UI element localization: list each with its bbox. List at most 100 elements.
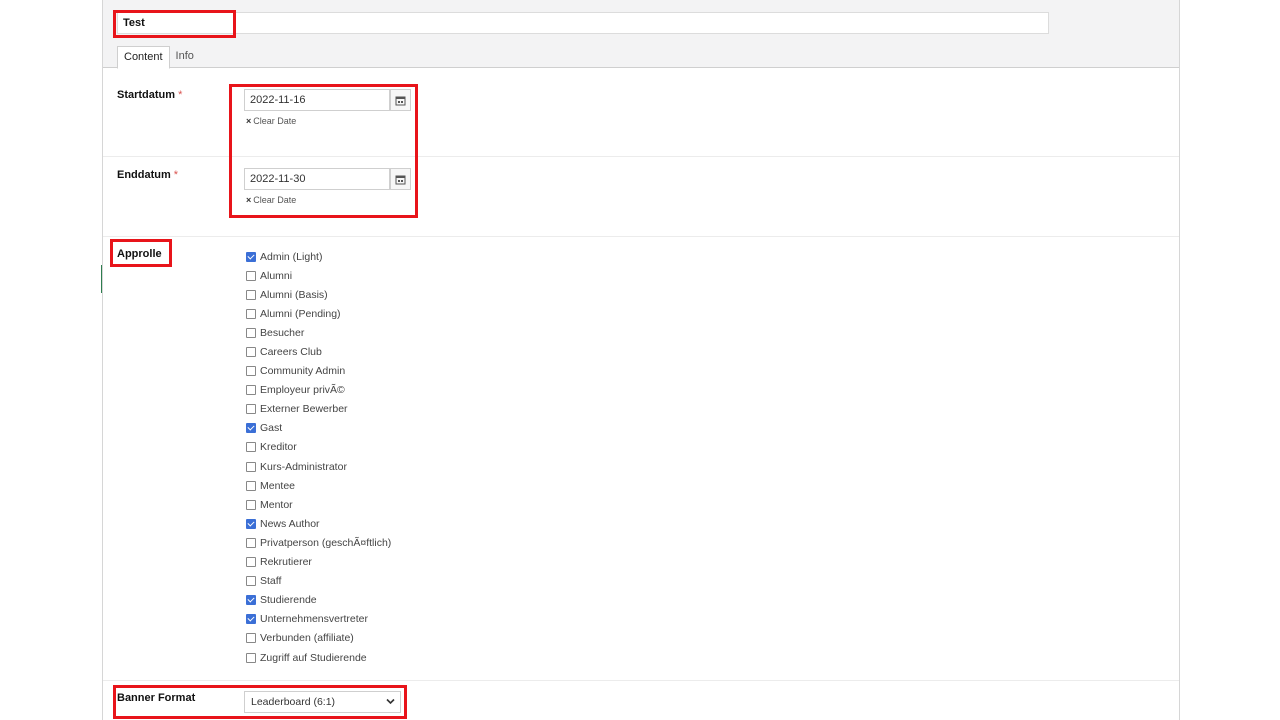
approlle-label: Approlle [117, 248, 162, 260]
approlle-option-label: Employeur privÃ© [260, 384, 345, 397]
checkbox[interactable] [246, 461, 256, 472]
approlle-option-label: Alumni [260, 269, 293, 282]
approlle-option[interactable]: Besucher [246, 323, 391, 342]
approlle-option[interactable]: Verbunden (affiliate) [246, 629, 391, 648]
divider [103, 236, 1179, 237]
checkbox[interactable] [246, 308, 256, 319]
approlle-option[interactable]: Kurs-Administrator [246, 457, 391, 476]
chevron-down-icon [386, 698, 395, 705]
end-date-calendar-button[interactable] [390, 168, 411, 190]
checkbox[interactable] [246, 385, 256, 396]
approlle-option[interactable]: Studierende [246, 591, 391, 610]
clear-icon: × [246, 116, 252, 126]
clear-icon: × [246, 195, 252, 205]
checkbox[interactable] [246, 595, 256, 606]
approlle-option-label: Verbunden (affiliate) [260, 632, 354, 645]
approlle-option-label: Kurs-Administrator [260, 460, 347, 473]
approlle-option[interactable]: Unternehmensvertreter [246, 610, 391, 629]
approlle-option[interactable]: Mentee [246, 476, 391, 495]
checkbox[interactable] [246, 251, 256, 262]
approlle-option-label: Mentor [260, 498, 293, 511]
banner-format-selected: Leaderboard (6:1) [251, 696, 336, 708]
start-date-picker: 2022-11-16 × Clear Date [244, 89, 411, 126]
approlle-option-label: Studierende [260, 594, 317, 607]
checkbox[interactable] [246, 442, 256, 453]
end-date-input[interactable]: 2022-11-30 [244, 168, 390, 190]
approlle-option-label: Unternehmensvertreter [260, 613, 368, 626]
checkbox[interactable] [246, 423, 256, 434]
edit-form-panel: Test Content Info Startdatum * 2022-11-16… [102, 0, 1180, 720]
approlle-option-label: Alumni (Basis) [260, 288, 328, 301]
approlle-option-label: Besucher [260, 326, 305, 339]
start-date-label-text: Startdatum [117, 89, 176, 101]
checkbox[interactable] [246, 270, 256, 281]
approlle-option[interactable]: Careers Club [246, 342, 391, 361]
checkbox[interactable] [246, 652, 256, 663]
checkbox[interactable] [246, 347, 256, 358]
approlle-option-label: Gast [260, 422, 283, 435]
divider [103, 680, 1179, 681]
approlle-option-label: Staff [260, 575, 282, 588]
approlle-option-label: Admin (Light) [260, 250, 323, 263]
required-marker: * [178, 89, 183, 101]
divider [103, 156, 1179, 157]
approlle-option[interactable]: Staff [246, 572, 391, 591]
tab-content[interactable]: Content [117, 46, 170, 69]
checkbox[interactable] [246, 557, 256, 568]
form-header: Test Content Info [103, 0, 1179, 69]
start-date-input[interactable]: 2022-11-16 [244, 89, 390, 111]
approlle-option-label: Community Admin [260, 365, 346, 378]
banner-format-label: Banner Format [117, 692, 196, 704]
start-date-clear[interactable]: × Clear Date [246, 116, 296, 126]
end-date-clear[interactable]: × Clear Date [246, 195, 296, 205]
start-date-label: Startdatum * [117, 89, 182, 101]
end-date-picker: 2022-11-30 × Clear Date [244, 168, 411, 205]
approlle-option[interactable]: Alumni [246, 266, 391, 285]
checkbox[interactable] [246, 537, 256, 548]
start-date-calendar-button[interactable] [390, 89, 411, 111]
approlle-option-label: News Author [260, 517, 320, 530]
approlle-option[interactable]: Alumni (Basis) [246, 285, 391, 304]
approlle-option[interactable]: Community Admin [246, 362, 391, 381]
approlle-option[interactable]: Alumni (Pending) [246, 304, 391, 323]
approlle-option-label: Privatperson (geschÃ¤ftlich) [260, 536, 392, 549]
calendar-icon [395, 175, 406, 184]
approlle-option-label: Kreditor [260, 441, 297, 454]
approlle-option-label: Mentee [260, 479, 296, 492]
approlle-option[interactable]: Admin (Light) [246, 247, 391, 266]
checkbox[interactable] [246, 614, 256, 625]
approlle-option[interactable]: Gast [246, 419, 391, 438]
end-date-label-text: Enddatum [117, 169, 171, 181]
banner-format-select[interactable]: Leaderboard (6:1) [244, 691, 401, 713]
checkbox[interactable] [246, 366, 256, 377]
approlle-option[interactable]: Kreditor [246, 438, 391, 457]
end-date-label: Enddatum * [117, 169, 178, 181]
approlle-option-label: Rekrutierer [260, 556, 312, 569]
approlle-checkbox-list: Admin (Light) Alumni Alumni (Basis) Alumni … [246, 247, 391, 667]
checkbox[interactable] [246, 327, 256, 338]
approlle-option-label: Alumni (Pending) [260, 307, 341, 320]
approlle-option-label: Zugriff auf Studierende [260, 651, 367, 664]
checkbox[interactable] [246, 518, 256, 529]
approlle-option[interactable]: Mentor [246, 495, 391, 514]
approlle-option[interactable]: Zugriff auf Studierende [246, 648, 391, 667]
tab-info[interactable]: Info [170, 46, 200, 67]
checkbox[interactable] [246, 576, 256, 587]
approlle-option[interactable]: Employeur privÃ© [246, 381, 391, 400]
checkbox[interactable] [246, 633, 256, 644]
approlle-option[interactable]: Rekrutierer [246, 553, 391, 572]
approlle-option-label: Careers Club [260, 346, 322, 359]
checkbox[interactable] [246, 499, 256, 510]
clear-date-label: Clear Date [253, 195, 297, 205]
title-input[interactable]: Test [117, 12, 1049, 34]
tab-bar: Content Info [117, 46, 200, 69]
required-marker: * [173, 169, 179, 181]
checkbox[interactable] [246, 404, 256, 415]
calendar-icon [395, 96, 406, 105]
checkbox[interactable] [246, 289, 256, 300]
approlle-option[interactable]: News Author [246, 514, 391, 533]
approlle-option[interactable]: Externer Bewerber [246, 400, 391, 419]
approlle-option[interactable]: Privatperson (geschÃ¤ftlich) [246, 533, 391, 552]
checkbox[interactable] [246, 480, 256, 491]
clear-date-label: Clear Date [253, 116, 297, 126]
